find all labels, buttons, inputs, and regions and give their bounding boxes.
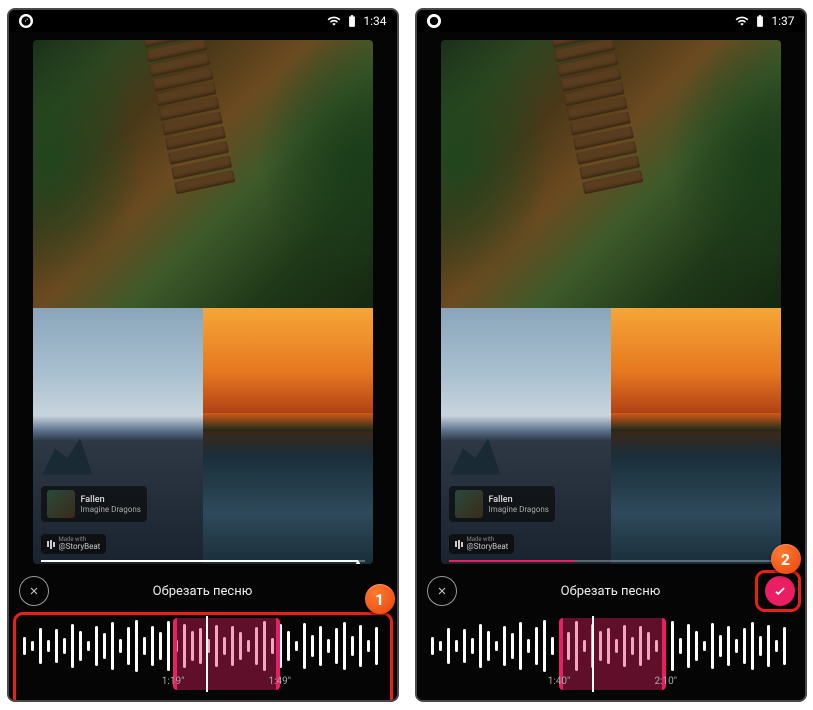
time-labels: 1:40" 2:10" (427, 676, 795, 690)
annotation-badge-1: 1 (365, 584, 395, 614)
status-time: 1:37 (771, 14, 794, 28)
shazam-icon (19, 14, 33, 28)
preview-image-top (441, 40, 781, 308)
track-artist: Imagine Dragons (489, 505, 549, 514)
time-labels: 1:19" 1:49" (19, 676, 387, 690)
trim-title: Обрезать песню (59, 584, 347, 599)
waveform[interactable] (19, 618, 387, 674)
waveform[interactable] (427, 618, 795, 674)
time-end: 2:10" (654, 676, 677, 687)
trim-header: Обрезать песню 2 (427, 570, 795, 612)
confirm-button[interactable] (765, 576, 795, 606)
playback-progress[interactable] (41, 560, 365, 562)
progress-handle-icon[interactable] (354, 560, 362, 564)
story-preview[interactable]: Fallen Imagine Dragons Made with @StoryB… (441, 40, 781, 564)
trim-title: Обрезать песню (467, 584, 755, 599)
battery-icon (753, 14, 767, 28)
preview-image-bottom (441, 308, 781, 564)
trim-header: Обрезать песню (19, 570, 387, 612)
track-artist: Imagine Dragons (81, 505, 141, 514)
time-start: 1:40" (548, 676, 571, 687)
battery-icon (345, 14, 359, 28)
track-thumbnail (455, 490, 483, 518)
waveform-container: 1:40" 2:10" (427, 618, 795, 690)
status-bar: 1:37 (417, 10, 805, 32)
time-start: 1:19" (162, 676, 185, 687)
close-button[interactable] (19, 576, 49, 606)
time-end: 1:49" (269, 676, 292, 687)
track-card[interactable]: Fallen Imagine Dragons (449, 486, 555, 522)
watermark-badge: Made with @StoryBeat (41, 534, 107, 554)
content-area: Fallen Imagine Dragons Made with @StoryB… (417, 32, 805, 700)
close-button[interactable] (427, 576, 457, 606)
waveform-container: 1:19" 1:49" 1 (19, 618, 387, 690)
track-title: Fallen (81, 495, 141, 505)
phone-screen-1: 1:34 Fallen Imagine Dragons Made (7, 8, 399, 702)
status-bar: 1:34 (9, 10, 397, 32)
watermark-badge: Made with @StoryBeat (449, 534, 515, 554)
shazam-icon (427, 14, 441, 28)
phone-screen-2: 1:37 Fallen Imagine Dragons Made (415, 8, 807, 702)
preview-image-top (33, 40, 373, 308)
track-title: Fallen (489, 495, 549, 505)
wifi-icon (327, 14, 341, 28)
story-preview[interactable]: Fallen Imagine Dragons Made with @StoryB… (33, 40, 373, 564)
track-thumbnail (47, 490, 75, 518)
content-area: Fallen Imagine Dragons Made with @StoryB… (9, 32, 397, 700)
annotation-badge-2: 2 (771, 544, 801, 574)
track-card[interactable]: Fallen Imagine Dragons (41, 486, 147, 522)
preview-image-bottom (33, 308, 373, 564)
playback-progress[interactable] (449, 560, 773, 562)
status-time: 1:34 (363, 14, 386, 28)
wifi-icon (735, 14, 749, 28)
